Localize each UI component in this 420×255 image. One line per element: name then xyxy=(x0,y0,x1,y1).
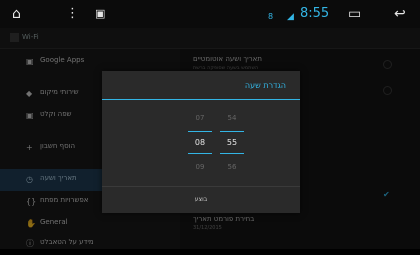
dialog-title-divider xyxy=(102,99,300,100)
gallery-icon: ▣ xyxy=(95,7,106,20)
clock-text: 8:55 xyxy=(300,6,330,21)
hour-next[interactable]: 09 xyxy=(188,163,212,171)
minute-prev[interactable]: 54 xyxy=(220,114,244,122)
minute-current[interactable]: 55 xyxy=(220,138,244,147)
hour-picker-line-bottom xyxy=(188,153,212,154)
minute-picker-line-top xyxy=(220,131,244,132)
set-time-dialog: הגדרת שעה 07 08 09 54 55 56 בוצע xyxy=(102,71,300,213)
notification-icon: 8 xyxy=(268,12,274,21)
menu-icon[interactable]: ⋮ xyxy=(66,6,79,22)
done-button[interactable]: בוצע xyxy=(102,187,300,213)
hour-prev[interactable]: 07 xyxy=(188,114,212,122)
signal-icon: ◢ xyxy=(287,12,294,22)
recent-apps-icon[interactable]: ▭ xyxy=(348,6,361,22)
system-bar: ⌂ ⋮ ▣ 8 ◢ 8:55 ▭ ↩ xyxy=(0,0,420,28)
hour-picker-line-top xyxy=(188,131,212,132)
hour-current[interactable]: 08 xyxy=(188,138,212,147)
minute-next[interactable]: 56 xyxy=(220,163,244,171)
home-icon[interactable]: ⌂ xyxy=(12,6,21,22)
minute-picker-line-bottom xyxy=(220,153,244,154)
back-icon[interactable]: ↩ xyxy=(394,6,406,22)
dialog-title: הגדרת שעה xyxy=(244,81,286,90)
